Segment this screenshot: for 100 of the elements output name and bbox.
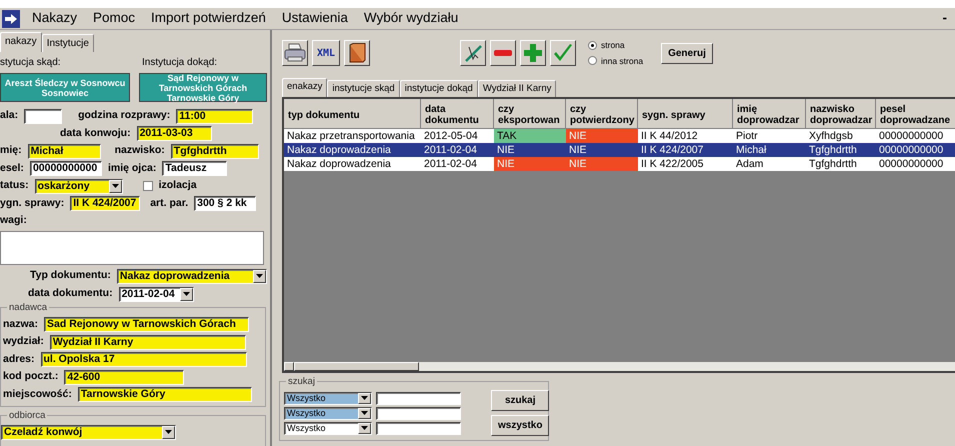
dropdown-arrow-icon[interactable] — [361, 411, 368, 416]
table-cell-text: 00000000000 — [878, 143, 944, 158]
menu-item[interactable]: Wybór wydziału — [356, 8, 466, 29]
dropdown-arrow-icon[interactable] — [361, 426, 368, 430]
input-field[interactable]: Michał — [28, 144, 101, 159]
menu-item[interactable]: Ustawienia — [274, 8, 356, 29]
field-label: data dokumentu: — [28, 286, 113, 302]
table-cell-text: II K 424/2007 — [640, 143, 704, 158]
horizontal-scrollbar[interactable] — [284, 361, 955, 372]
xml-button[interactable]: XML — [312, 40, 340, 66]
field-label: tatus: — [0, 178, 29, 194]
table-cell-text: 2012-05-04 — [423, 129, 479, 144]
dropdown-arrow-icon[interactable] — [165, 430, 172, 434]
minimize-button[interactable]: - — [938, 8, 955, 29]
field-label: esel: — [0, 160, 24, 176]
input-field[interactable] — [376, 406, 461, 420]
table-cell: TAK — [494, 129, 566, 144]
dropdown[interactable]: Wszystko — [284, 422, 372, 435]
table-row[interactable]: Nakaz doprowadzenia 2011-02-04 NIE NIE II K 424/2007 Michał Tgfghdrtth 00000000000 — [284, 143, 955, 158]
menu-item[interactable]: Pomoc — [85, 8, 144, 29]
table-cell-text: Nakaz doprowadzenia — [286, 143, 392, 158]
field-label: Instytucja dokąd: — [142, 56, 218, 70]
dropdown-arrow-icon[interactable] — [182, 292, 190, 296]
field-label: ygn. sprawy: — [0, 196, 64, 211]
field-label: wydział: — [3, 334, 44, 350]
field-label: godzina rozprawy: — [78, 108, 170, 124]
checkbox[interactable] — [142, 181, 153, 192]
table-cell: NIE — [566, 157, 638, 172]
field-label: kod poczt.: — [3, 369, 58, 384]
input-field[interactable]: Tarnowskie Góry — [78, 387, 252, 402]
search-button[interactable]: szukaj — [491, 390, 550, 412]
radio-button[interactable] — [588, 40, 597, 50]
field-label: izolacja — [158, 178, 197, 194]
table-cell-text: Piotr — [735, 129, 759, 144]
tab[interactable]: enakazy — [282, 78, 328, 98]
dropdown[interactable]: 2011-02-04 — [118, 286, 194, 302]
table-cell-text: Nakaz przetransportowania — [286, 129, 416, 144]
dropdown[interactable]: Nakaz doprowadzenia — [116, 268, 267, 284]
tab[interactable]: instytucje dokąd — [400, 80, 478, 98]
input-field[interactable]: 300 § 2 kk — [194, 196, 256, 212]
input-field[interactable]: 2011-03-03 — [136, 126, 212, 142]
radio-option[interactable]: inna strona — [588, 54, 644, 68]
table-cell-text: 00000000000 — [878, 157, 944, 172]
input-field[interactable]: 11:00 — [176, 108, 254, 124]
field-label: adres: — [3, 352, 35, 367]
tab[interactable]: nakazy — [0, 32, 42, 52]
table-row[interactable]: Nakaz doprowadzenia 2011-02-04 NIE NIE II K 422/2005 Adam Tgfghdrtth 00000000000 — [284, 157, 955, 172]
dropdown-arrow-icon[interactable] — [112, 184, 119, 188]
input-field[interactable]: Sad Rejonowy w Tarnowskich Górach — [44, 317, 250, 332]
field-label: Typ dokumentu: — [30, 268, 111, 284]
table-cell-text: Tgfghdrtth — [808, 157, 858, 172]
add-icon[interactable] — [520, 40, 546, 66]
check-icon[interactable] — [550, 40, 576, 66]
input-field[interactable]: Wydział II Karny — [50, 334, 246, 350]
input-field[interactable]: II K 424/2007 — [70, 196, 140, 212]
input-field[interactable] — [24, 108, 62, 124]
tab[interactable]: Instytucje — [42, 34, 94, 52]
printer-icon[interactable] — [282, 40, 308, 66]
field-label: nazwisko: — [114, 143, 165, 158]
edit-off-icon[interactable] — [460, 40, 486, 66]
input-field[interactable]: 42-600 — [64, 370, 184, 385]
table-cell-text: Xyfhdgsb — [808, 129, 854, 144]
table-cell-text: Michał — [735, 143, 768, 158]
remove-icon[interactable] — [490, 40, 516, 66]
input-field[interactable] — [376, 422, 461, 435]
input-field[interactable]: Tadeusz — [162, 161, 228, 176]
input-field[interactable]: 00000000000 — [30, 161, 102, 176]
input-field[interactable]: ul. Opolska 17 — [40, 352, 247, 368]
tab[interactable]: instytucje skąd — [327, 80, 400, 98]
radio-button[interactable] — [588, 56, 597, 66]
table-row[interactable]: Nakaz przetransportowania 2012-05-04 TAK NIE II K 44/2012 Piotr Xyfhdgsb 00000000000 — [284, 129, 955, 144]
table-cell-text: II K 422/2005 — [640, 157, 704, 172]
table-cell: NIE — [494, 157, 566, 172]
menu-item[interactable]: Nakazy — [24, 8, 86, 29]
field-label: imię ojca: — [108, 160, 156, 176]
table-cell-text: Adam — [735, 157, 764, 172]
notes-field[interactable] — [0, 231, 264, 265]
dropdown[interactable]: Wszystko — [284, 392, 372, 405]
input-field[interactable] — [376, 392, 461, 405]
search-button[interactable]: wszystko — [491, 415, 550, 436]
tab[interactable]: Wydział II Karny — [478, 80, 556, 98]
field-label: wagi: — [0, 213, 27, 228]
radio-option[interactable]: strona — [588, 38, 644, 52]
menu-item[interactable]: Import potwierdzeń — [143, 8, 274, 29]
field-label: miejscowość: — [3, 386, 72, 402]
dropdown[interactable]: oskarżony — [34, 178, 123, 194]
dropdown[interactable]: Czeladź konwój — [1, 424, 176, 440]
app-icon — [2, 10, 20, 28]
table-cell-text: II K 44/2012 — [640, 129, 699, 144]
generate-button[interactable]: Generuj — [661, 42, 713, 64]
input-field[interactable]: Tgfghdrtth — [170, 144, 259, 159]
dropdown[interactable]: Wszystko — [284, 406, 372, 420]
book-icon[interactable] — [344, 40, 370, 66]
field-label: data konwoju: — [60, 126, 131, 141]
field-label: nazwa: — [3, 316, 38, 332]
dropdown-arrow-icon[interactable] — [256, 274, 263, 278]
table-cell-text: NIE — [496, 143, 516, 158]
dropdown-arrow-icon[interactable] — [361, 396, 368, 400]
table-cell-text: Nakaz doprowadzenia — [286, 157, 392, 172]
field-label: mię: — [0, 143, 22, 158]
